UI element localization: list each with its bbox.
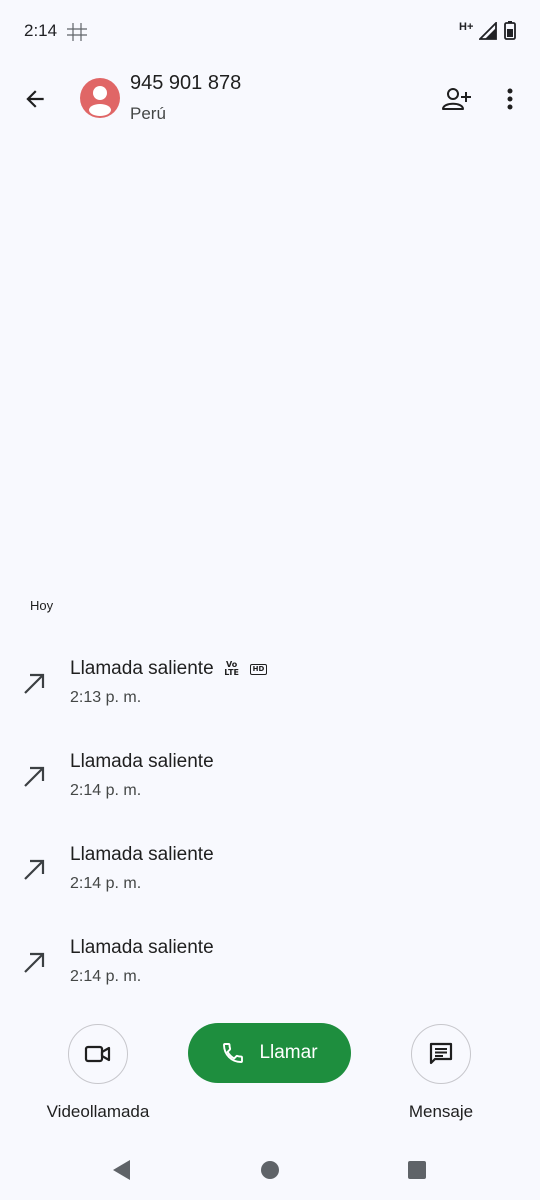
system-nav-bar [0, 1140, 540, 1200]
add-contact-button[interactable] [434, 74, 480, 124]
call-time: 2:14 p. m. [70, 968, 142, 985]
person-icon [89, 86, 111, 116]
video-call-button[interactable] [68, 1024, 128, 1084]
call-button[interactable]: Llamar [188, 1023, 351, 1083]
call-type-label: Llamada saliente [70, 844, 214, 865]
phone-icon [223, 1043, 244, 1063]
call-type-row: Llamada saliente [70, 751, 214, 773]
status-bar: 2:14 H+ [0, 0, 540, 62]
call-type-row: Llamada saliente [70, 937, 214, 959]
call-history-item[interactable]: Llamada saliente 2:14 p. m. [0, 915, 540, 1008]
call-type-row: Llamada saliente [70, 844, 214, 866]
video-camera-icon [84, 1045, 111, 1063]
back-arrow-icon [26, 90, 44, 108]
call-time: 2:14 p. m. [70, 782, 142, 799]
nav-recents-icon[interactable] [406, 1159, 428, 1181]
hd-badge: HD [249, 663, 268, 675]
call-type-row: Llamada saliente Vo LTE HD [70, 658, 268, 680]
battery-icon [504, 21, 516, 40]
call-type-label: Llamada saliente [70, 751, 214, 772]
avatar[interactable] [80, 78, 120, 118]
video-call-label: Videollamada [46, 1102, 150, 1121]
message-icon [429, 1042, 453, 1065]
contact-phone-number: 945 901 878 [130, 72, 242, 94]
call-history-item[interactable]: Llamada saliente 2:14 p. m. [0, 729, 540, 822]
call-badges: Vo LTE HD [222, 661, 268, 677]
call-time: 2:13 p. m. [70, 689, 142, 706]
call-history-item[interactable]: Llamada saliente Vo LTE HD 2:13 p. m. [0, 636, 540, 729]
nav-back-icon[interactable] [108, 1156, 136, 1184]
call-button-label: Llamar [259, 1042, 318, 1063]
outgoing-call-icon [24, 952, 45, 973]
contact-location: Perú [130, 104, 166, 123]
section-label-today: Hoy [30, 598, 54, 613]
more-vert-icon [507, 88, 513, 110]
call-history-list: Llamada saliente Vo LTE HD 2:13 p. m. Ll… [0, 636, 540, 1008]
back-button[interactable] [10, 74, 60, 124]
call-history-item[interactable]: Llamada saliente 2:14 p. m. [0, 822, 540, 915]
nav-home-icon[interactable] [258, 1158, 282, 1182]
signal-icon [479, 22, 497, 40]
message-button[interactable] [411, 1024, 471, 1084]
add-contact-icon [442, 88, 471, 110]
more-options-button[interactable] [490, 74, 530, 124]
network-type-label: H+ [459, 21, 474, 33]
outgoing-call-icon [24, 859, 45, 880]
status-time: 2:14 [24, 21, 58, 40]
message-label: Mensaje [408, 1102, 474, 1121]
volte-badge: Vo LTE [222, 661, 242, 677]
call-type-label: Llamada saliente [70, 937, 214, 958]
call-type-label: Llamada saliente [70, 658, 214, 679]
contact-header: 945 901 878 Perú [0, 62, 540, 136]
outgoing-call-icon [24, 673, 45, 694]
outgoing-call-icon [24, 766, 45, 787]
call-time: 2:14 p. m. [70, 875, 142, 892]
action-bar: Videollamada Llamar Mensaje [0, 1020, 540, 1130]
volte-badge-bottom: LTE [224, 668, 239, 677]
grid-notification-icon [67, 23, 87, 41]
